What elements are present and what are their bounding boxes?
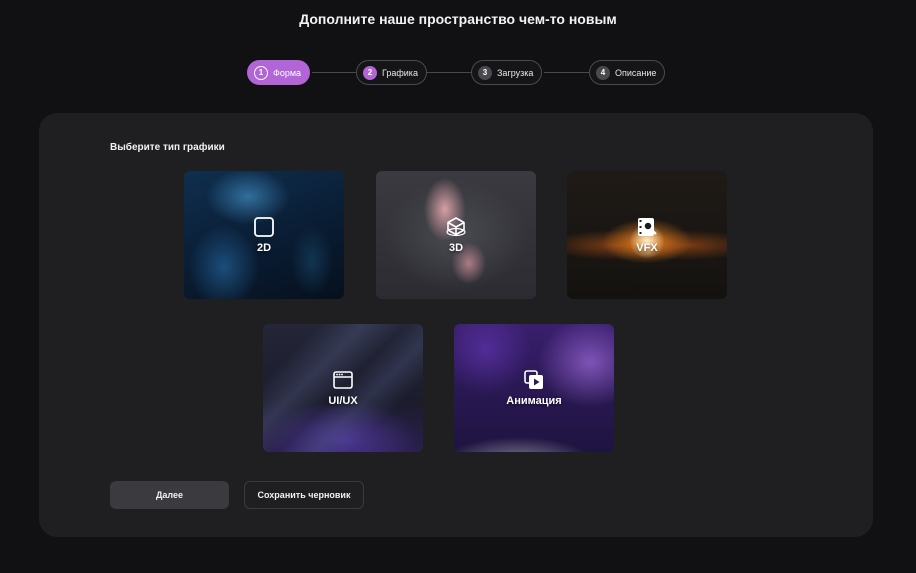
step-connector [426, 72, 471, 73]
graphics-type-panel: Выберите тип графики 2D 3D VFX UI/UX Ани… [39, 113, 873, 537]
card-3d[interactable]: 3D [376, 171, 536, 299]
step-label: Описание [615, 67, 657, 78]
step-number: 1 [254, 65, 268, 80]
browser-window-icon [333, 371, 353, 389]
card-label: VFX [636, 242, 658, 254]
step-connector [312, 72, 356, 73]
save-draft-button[interactable]: Сохранить черновик [244, 481, 364, 509]
page-title: Дополните наше пространство чем-то новым [299, 11, 617, 27]
step-label: Загрузка [497, 67, 534, 78]
play-layers-icon [524, 370, 543, 389]
step-form[interactable]: 1 Форма [247, 60, 311, 85]
step-number: 4 [596, 65, 610, 80]
stepper: 1 Форма 2 Графика 3 Загрузка 4 Описание [0, 60, 916, 86]
step-graphics[interactable]: 2 Графика [356, 60, 427, 85]
card-uiux[interactable]: UI/UX [263, 324, 423, 452]
card-label: 2D [256, 242, 272, 254]
step-connector [544, 72, 589, 73]
card-2d[interactable]: 2D [184, 171, 344, 299]
cube-icon [446, 217, 466, 237]
card-vfx[interactable]: VFX [567, 171, 727, 299]
step-label: Графика [382, 67, 418, 78]
step-label: Форма [273, 67, 302, 78]
card-label: UI/UX [328, 395, 358, 407]
next-button[interactable]: Далее [110, 481, 229, 509]
card-label: Анимация [506, 395, 562, 407]
card-label: 3D [448, 242, 464, 254]
section-label: Выберите тип графики [110, 142, 225, 153]
square-icon [254, 217, 274, 237]
step-description[interactable]: 4 Описание [589, 60, 666, 85]
card-animation[interactable]: Анимация [454, 324, 614, 452]
step-upload[interactable]: 3 Загрузка [471, 60, 543, 85]
film-search-icon [638, 218, 657, 236]
step-number: 2 [363, 65, 377, 80]
step-number: 3 [478, 65, 492, 80]
